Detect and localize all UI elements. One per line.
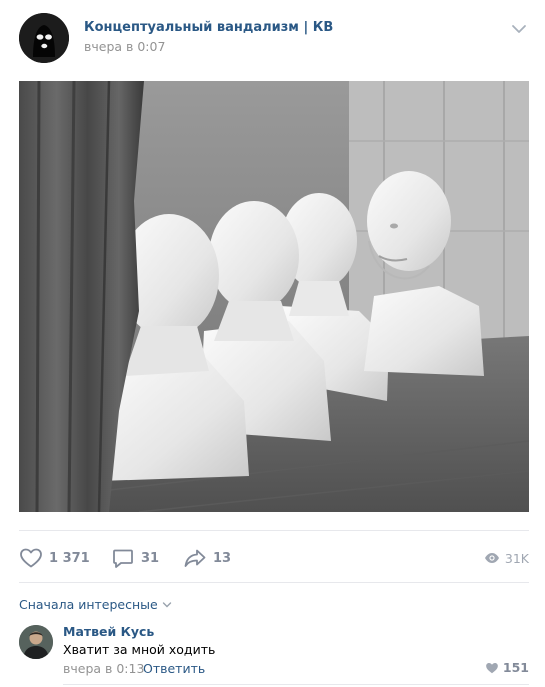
comment-like-count: 151	[502, 660, 529, 675]
share-button[interactable]: 13	[183, 546, 231, 570]
community-name[interactable]: Концептуальный вандализм | КВ	[84, 20, 333, 35]
post-header: Концептуальный вандализм | КВ вчера в 0:…	[0, 0, 545, 80]
reply-button[interactable]: Ответить	[143, 661, 205, 676]
post-time[interactable]: вчера в 0:07	[84, 39, 165, 54]
post-photo[interactable]	[19, 81, 529, 512]
balaclava-logo-icon	[19, 13, 69, 63]
post-actions: 1 371 31 13 31K	[0, 538, 545, 578]
community-avatar[interactable]	[19, 13, 69, 63]
views-count: 31K	[504, 550, 529, 566]
busts-photo	[19, 81, 529, 512]
divider	[19, 530, 529, 531]
post-menu-button[interactable]	[510, 22, 528, 36]
chevron-down-icon	[162, 601, 172, 609]
eye-icon	[484, 550, 500, 566]
like-count: 1 371	[49, 550, 90, 566]
share-count: 13	[213, 550, 232, 566]
heart-icon	[19, 546, 43, 570]
heart-icon	[485, 661, 499, 675]
comment-count: 31	[141, 550, 160, 566]
comments-sort-dropdown[interactable]: Сначала интересные	[19, 597, 172, 612]
commenter-name[interactable]: Матвей Кусь	[63, 624, 154, 639]
commenter-avatar[interactable]	[19, 625, 53, 659]
views-counter: 31K	[484, 546, 529, 570]
comment-time[interactable]: вчера в 0:13	[63, 661, 144, 676]
like-button[interactable]: 1 371	[19, 546, 90, 570]
share-icon	[183, 546, 207, 570]
comment-text: Хватит за мной ходить	[63, 642, 216, 657]
divider	[19, 582, 529, 583]
divider	[63, 684, 529, 685]
comment-like-button[interactable]: 151	[485, 660, 529, 675]
comment-icon	[111, 546, 135, 570]
comment: Матвей Кусь Хватит за мной ходить вчера …	[0, 620, 545, 687]
comment-button[interactable]: 31	[111, 546, 159, 570]
sort-label: Сначала интересные	[19, 597, 158, 612]
chevron-down-icon	[512, 25, 526, 33]
